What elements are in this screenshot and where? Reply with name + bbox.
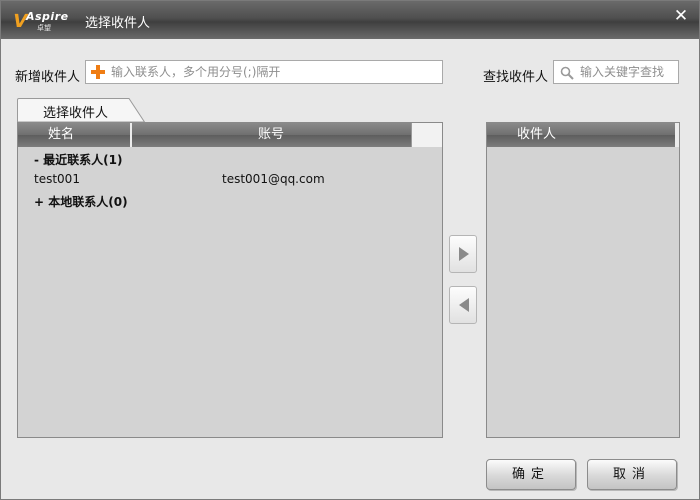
contact-name[interactable]: test001 — [34, 172, 80, 186]
add-recipient-input[interactable]: 输入联系人，多个用分号(;)隔开 — [85, 60, 443, 84]
recipients-header: 收件人 — [487, 123, 675, 147]
column-header-name[interactable]: 姓名 — [48, 123, 74, 147]
header-edge — [675, 123, 679, 147]
cancel-button[interactable]: 取消 — [587, 459, 677, 490]
logo-subtext: 卓望 — [37, 24, 51, 32]
find-recipient-placeholder: 输入关键字查找 — [580, 65, 665, 79]
select-recipient-dialog: V Aspire 卓望 选择收件人 ✕ 新增收件人 输入联系人，多个用分号(;)… — [0, 0, 700, 500]
close-icon[interactable]: ✕ — [669, 5, 693, 27]
header-corner — [411, 123, 442, 147]
logo-text: Aspire — [26, 10, 69, 23]
group-local-contacts[interactable]: + 本地联系人(0) — [34, 193, 128, 210]
add-to-recipients-button[interactable] — [449, 235, 477, 273]
tab-select-recipient[interactable]: 选择收件人 — [17, 98, 145, 122]
recipients-panel: 收件人 — [486, 122, 680, 438]
contact-account[interactable]: test001@qq.com — [222, 172, 325, 186]
find-recipient-input[interactable]: 输入关键字查找 — [553, 60, 679, 84]
recipients-header-label: 收件人 — [517, 127, 557, 142]
column-header-account[interactable]: 账号 — [258, 123, 284, 147]
group-recent-contacts[interactable]: - 最近联系人(1) — [34, 151, 122, 168]
contact-list-header: 姓名 账号 — [18, 123, 442, 147]
remove-from-recipients-button[interactable] — [449, 286, 477, 324]
plus-icon[interactable] — [91, 65, 105, 79]
title-bar[interactable]: V Aspire 卓望 选择收件人 ✕ — [1, 1, 699, 39]
arrow-right-icon — [459, 247, 469, 261]
confirm-button[interactable]: 确定 — [486, 459, 576, 490]
column-divider[interactable] — [130, 123, 132, 147]
add-recipient-placeholder: 输入联系人，多个用分号(;)隔开 — [111, 65, 281, 79]
contact-list-panel: 姓名 账号 - 最近联系人(1) test001 test001@qq.com … — [17, 122, 443, 438]
search-icon — [560, 65, 574, 80]
tab-label: 选择收件人 — [43, 106, 109, 121]
add-recipient-label: 新增收件人 — [15, 70, 81, 85]
find-recipient-label: 查找收件人 — [483, 70, 549, 85]
aspire-logo: V Aspire 卓望 — [11, 9, 73, 33]
arrow-left-icon — [459, 298, 469, 312]
window-title: 选择收件人 — [85, 16, 151, 31]
